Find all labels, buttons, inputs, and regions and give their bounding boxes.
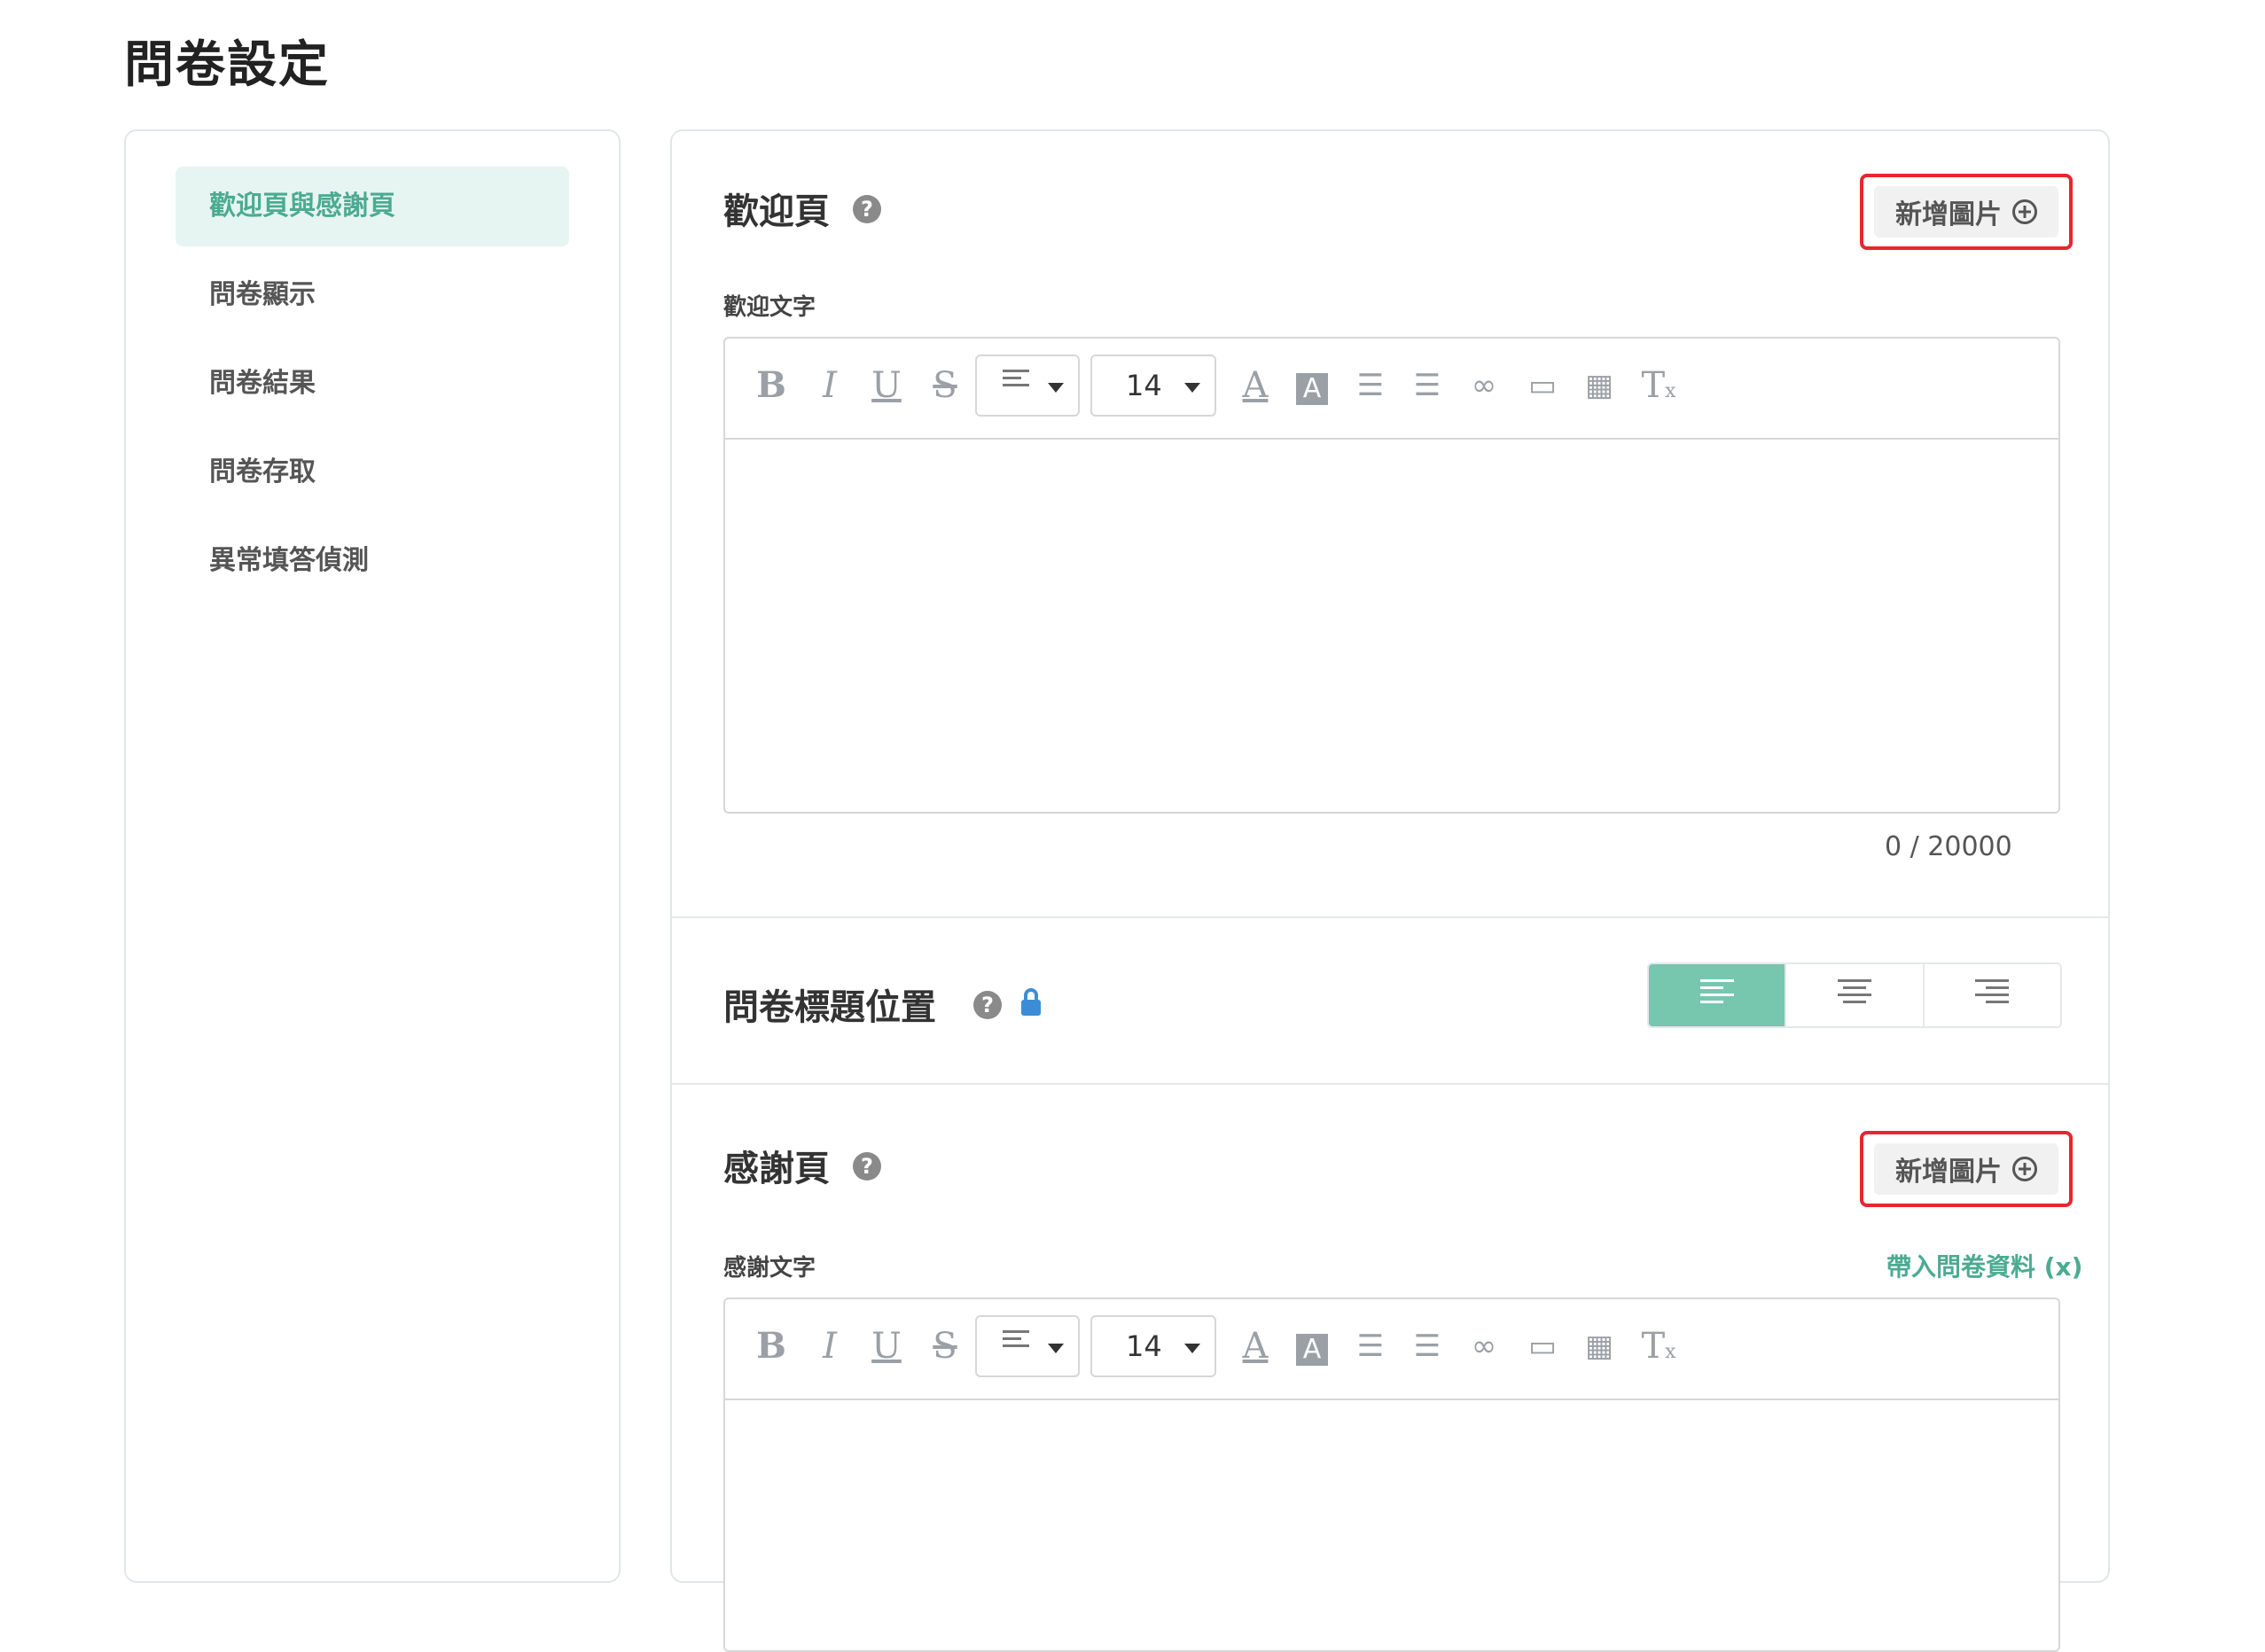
- section-divider: [672, 916, 2108, 918]
- help-icon[interactable]: ?: [853, 195, 881, 223]
- font-color-icon[interactable]: A: [1236, 1315, 1275, 1377]
- editor-toolbar: B I U S 14 A A ☰ ☰ ∞ ▭ ▦ Tx: [725, 339, 2058, 440]
- plus-circle-icon: [2012, 199, 2037, 224]
- thanks-section-title: 感謝頁: [723, 1149, 830, 1189]
- settings-sidebar: 歡迎頁與感謝頁 問卷顯示 問卷結果 問卷存取 異常填答偵測: [124, 129, 621, 1583]
- welcome-text-label: 歡迎文字: [723, 294, 816, 321]
- image-icon[interactable]: ▭: [1523, 1315, 1562, 1377]
- table-icon[interactable]: ▦: [1580, 1315, 1619, 1377]
- underline-icon[interactable]: U: [867, 1315, 906, 1377]
- welcome-add-image-button[interactable]: 新增圖片: [1860, 174, 2073, 250]
- image-icon[interactable]: ▭: [1523, 355, 1562, 417]
- lock-icon: [1021, 988, 1041, 1016]
- sidebar-item-survey-results[interactable]: 問卷結果: [176, 344, 569, 424]
- thanks-text-editor[interactable]: B I U S 14 A A ☰ ☰ ∞ ▭ ▦ Tx: [723, 1297, 2060, 1652]
- strikethrough-icon[interactable]: S: [926, 355, 965, 417]
- font-size-select[interactable]: 14: [1090, 1315, 1216, 1377]
- ordered-list-icon[interactable]: ☰: [1351, 1315, 1390, 1377]
- settings-main-panel: 歡迎頁 ? 新增圖片 歡迎文字 B I U S 14 A A ☰ ☰ ∞ ▭ ▦…: [670, 129, 2110, 1652]
- welcome-char-counter: 0 / 20000: [1885, 831, 2012, 862]
- plus-circle-icon: [2012, 1157, 2037, 1181]
- italic-icon[interactable]: I: [810, 1315, 849, 1377]
- underline-icon[interactable]: U: [867, 355, 906, 417]
- help-icon[interactable]: ?: [973, 991, 1002, 1019]
- align-left-button[interactable]: [1649, 964, 1787, 1026]
- title-align-toggle: [1647, 962, 2062, 1028]
- sidebar-item-survey-access[interactable]: 問卷存取: [176, 432, 569, 512]
- text-align-select[interactable]: [975, 1315, 1080, 1377]
- strikethrough-icon[interactable]: S: [926, 1315, 965, 1377]
- thanks-add-image-button[interactable]: 新增圖片: [1860, 1131, 2073, 1207]
- bullet-list-icon[interactable]: ☰: [1408, 355, 1447, 417]
- table-icon[interactable]: ▦: [1580, 355, 1619, 417]
- add-image-label: 新增圖片: [1895, 199, 2002, 230]
- section-divider: [672, 1083, 2108, 1085]
- bold-icon[interactable]: B: [752, 355, 791, 417]
- clear-format-icon[interactable]: Tx: [1636, 1315, 1681, 1377]
- help-icon[interactable]: ?: [853, 1152, 881, 1181]
- sidebar-item-anomaly-detection[interactable]: 異常填答偵測: [176, 521, 569, 601]
- ordered-list-icon[interactable]: ☰: [1351, 355, 1390, 417]
- title-position-section-title: 問卷標題位置: [723, 987, 936, 1028]
- align-right-icon: [1975, 979, 2010, 1011]
- align-center-button[interactable]: [1786, 964, 1925, 1026]
- align-left-icon: [1003, 1330, 1029, 1362]
- font-color-icon[interactable]: A: [1236, 355, 1275, 417]
- editor-toolbar: B I U S 14 A A ☰ ☰ ∞ ▭ ▦ Tx: [725, 1299, 2058, 1400]
- italic-icon[interactable]: I: [810, 355, 849, 417]
- welcome-section-title: 歡迎頁: [723, 191, 830, 232]
- insert-survey-data-link[interactable]: 帶入問卷資料 (x): [1886, 1248, 2082, 1283]
- add-image-label: 新增圖片: [1895, 1157, 2002, 1188]
- thanks-text-label: 感謝文字: [723, 1255, 816, 1282]
- background-color-icon[interactable]: A: [1293, 355, 1332, 417]
- link-icon[interactable]: ∞: [1464, 355, 1503, 417]
- align-left-icon: [1003, 370, 1029, 401]
- align-center-icon: [1837, 979, 1871, 1011]
- align-left-icon: [1699, 979, 1734, 1011]
- text-align-select[interactable]: [975, 355, 1080, 417]
- sidebar-item-welcome-thanks[interactable]: 歡迎頁與感謝頁: [176, 167, 569, 246]
- bullet-list-icon[interactable]: ☰: [1408, 1315, 1447, 1377]
- font-size-value: 14: [1126, 369, 1162, 402]
- background-color-icon[interactable]: A: [1293, 1315, 1332, 1377]
- sidebar-item-survey-display[interactable]: 問卷顯示: [176, 255, 569, 335]
- link-icon[interactable]: ∞: [1464, 1315, 1503, 1377]
- font-size-value: 14: [1126, 1329, 1162, 1363]
- page-title: 問卷設定: [124, 36, 330, 94]
- align-right-button[interactable]: [1924, 964, 2060, 1026]
- welcome-text-editor[interactable]: B I U S 14 A A ☰ ☰ ∞ ▭ ▦ Tx: [723, 337, 2060, 814]
- bold-icon[interactable]: B: [752, 1315, 791, 1377]
- font-size-select[interactable]: 14: [1090, 355, 1216, 417]
- clear-format-icon[interactable]: Tx: [1636, 355, 1681, 417]
